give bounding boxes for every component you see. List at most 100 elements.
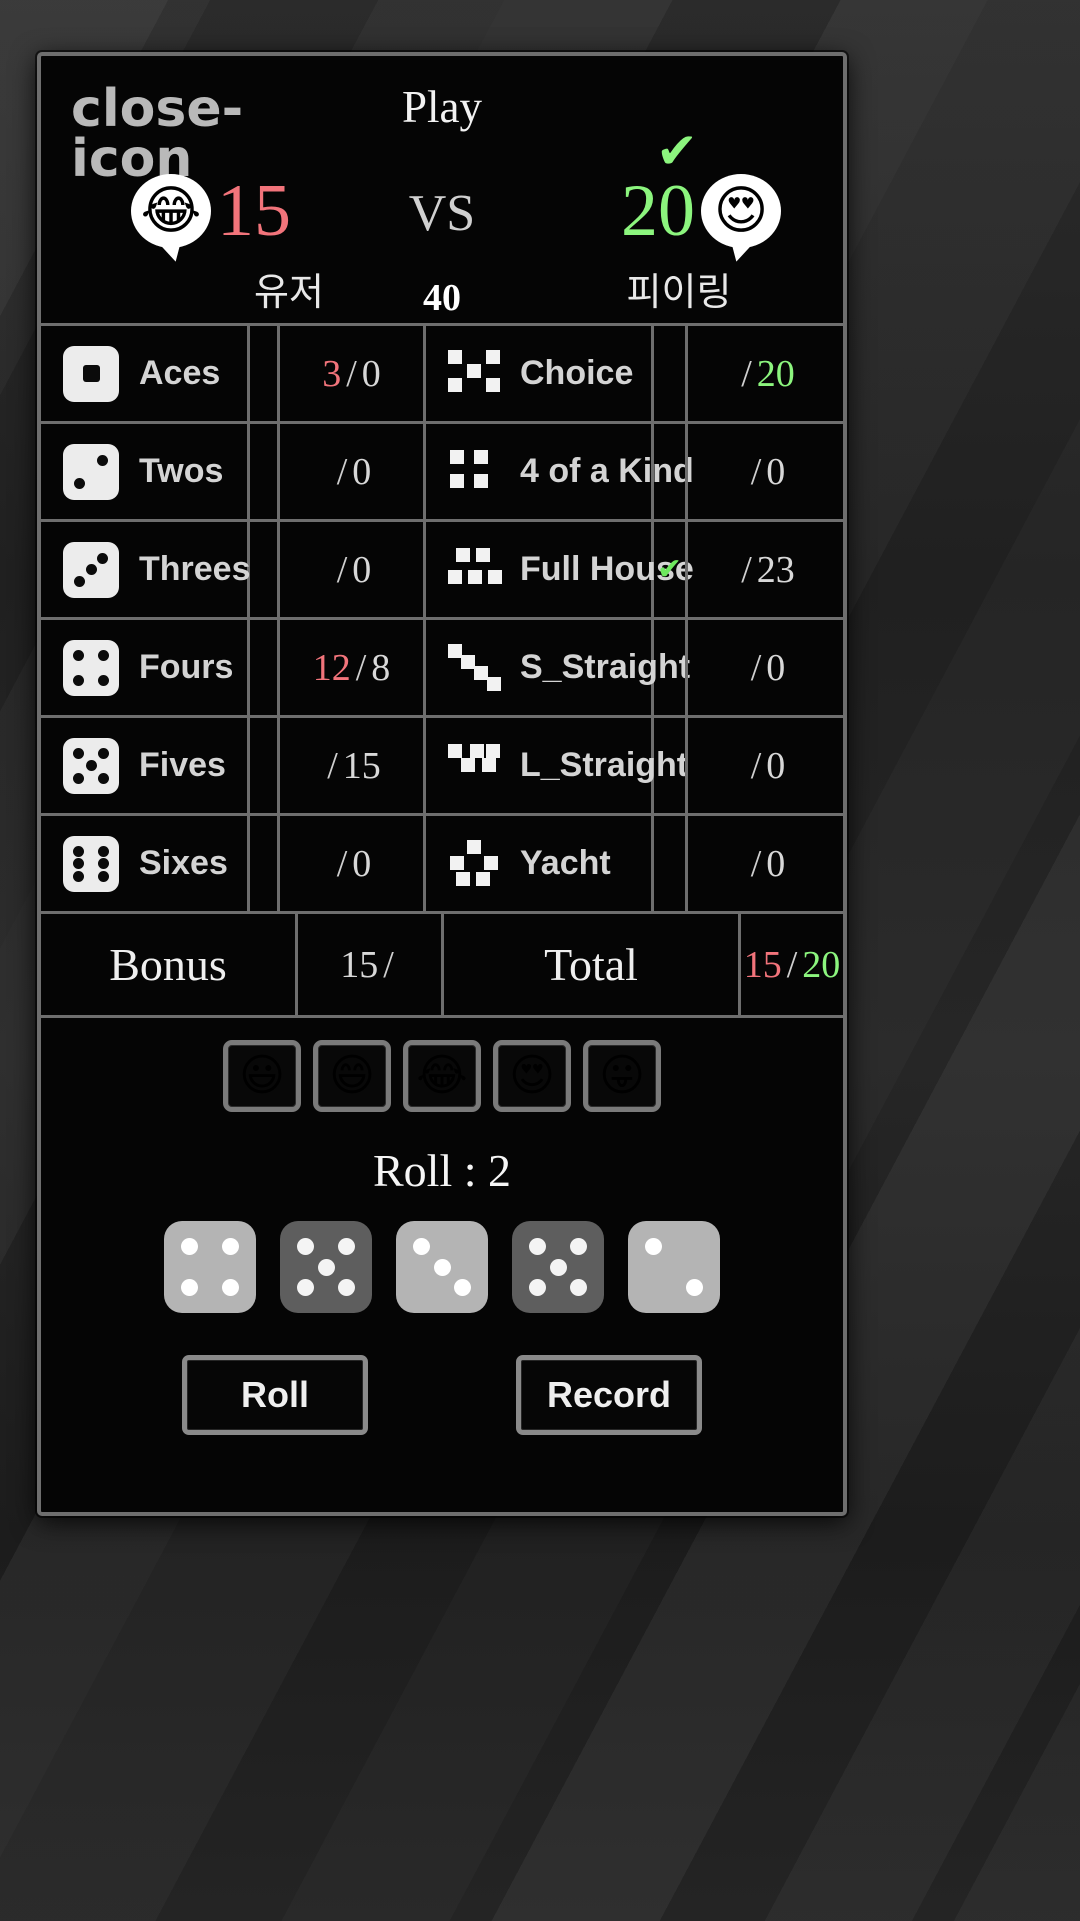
tray-die-2[interactable] xyxy=(280,1221,372,1313)
emoji-grinning-button[interactable]: 😃 xyxy=(223,1040,301,1112)
icon-block xyxy=(476,871,490,886)
value-cell-right: /23 xyxy=(688,522,843,617)
category-cell-s-straight[interactable]: S_Straight xyxy=(426,620,690,715)
pip xyxy=(98,870,109,882)
pip xyxy=(98,747,109,759)
table-row: Fives/15 L_Straight/0 xyxy=(41,718,843,816)
icon-block xyxy=(467,363,481,378)
pip xyxy=(98,772,109,784)
pip xyxy=(222,1238,239,1255)
score-value: /0 xyxy=(336,842,372,885)
emoji-smiling-button[interactable]: 😄 xyxy=(313,1040,391,1112)
score-value: /20 xyxy=(741,352,795,395)
pip xyxy=(454,1279,471,1296)
category-cell-fours[interactable]: Fours xyxy=(41,620,250,715)
emoji-heart-eyes-button[interactable]: 😍 xyxy=(493,1040,571,1112)
player-left: 😂 15 xyxy=(131,174,291,248)
icon-block xyxy=(461,757,475,772)
icon-block xyxy=(461,654,475,669)
pip xyxy=(98,858,109,869)
pip xyxy=(297,1238,314,1255)
check-cell-right xyxy=(654,816,688,911)
category-cell-full-house[interactable]: Full House xyxy=(426,522,694,617)
action-bar: Roll Record xyxy=(41,1355,843,1435)
value-cell-right: /0 xyxy=(688,816,843,911)
icon-block xyxy=(486,743,500,758)
pip xyxy=(98,649,109,661)
full-house-icon xyxy=(448,546,502,594)
category-cell-aces[interactable]: Aces xyxy=(41,326,250,421)
value-cell-left: 12/8 xyxy=(280,620,426,715)
pip xyxy=(85,564,97,575)
check-cell-left xyxy=(250,326,280,421)
pip xyxy=(338,1238,355,1255)
game-dialog: close-icon Play VS 40 ✔ 😂 15 유저 20 😍 피이링… xyxy=(37,52,847,1516)
score-value: /0 xyxy=(336,548,372,591)
value-cell-left: /15 xyxy=(280,718,426,813)
category-cell-4-of-a-kind[interactable]: 4 of a Kind xyxy=(426,424,694,519)
emoji-joy-button[interactable]: 😂 xyxy=(403,1040,481,1112)
category-cell-fives[interactable]: Fives xyxy=(41,718,250,813)
pip xyxy=(433,1258,451,1276)
die-face-2-icon xyxy=(63,443,119,500)
category-label: Fours xyxy=(139,648,234,686)
category-cell-twos[interactable]: Twos xyxy=(41,424,250,519)
icon-block xyxy=(448,569,462,584)
icon-block xyxy=(487,676,501,691)
category-label: Sixes xyxy=(139,844,228,882)
pip xyxy=(73,870,84,882)
dice-tray xyxy=(41,1221,843,1313)
category-label: Aces xyxy=(139,354,221,392)
pip xyxy=(73,649,84,661)
die-face-1-icon xyxy=(63,345,119,402)
score-value: /23 xyxy=(741,548,795,591)
value-cell-right: /0 xyxy=(688,620,843,715)
emoji-bar: 😃 😄 😂 😍 😛 xyxy=(41,1040,843,1112)
pip xyxy=(181,1238,198,1255)
s-straight-icon xyxy=(448,643,501,692)
icon-block xyxy=(482,757,496,772)
pip xyxy=(74,575,85,587)
tray-die-5[interactable] xyxy=(628,1221,720,1313)
category-label: Choice xyxy=(520,354,634,392)
check-cell-left xyxy=(250,718,280,813)
category-label: Twos xyxy=(139,452,224,490)
record-button[interactable]: Record xyxy=(516,1355,702,1435)
pip xyxy=(181,1279,198,1296)
table-row: Aces 3/0 Choice/20 xyxy=(41,326,843,424)
category-cell-yacht[interactable]: Yacht xyxy=(426,816,654,911)
value-cell-right: /0 xyxy=(688,424,843,519)
category-cell-l-straight[interactable]: L_Straight xyxy=(426,718,688,813)
check-cell-right xyxy=(654,326,688,421)
play-label: Play xyxy=(401,82,482,132)
pip xyxy=(222,1279,239,1296)
score-value: /15 xyxy=(327,744,381,787)
table-row: Fours 12/8 S_Straight/0 xyxy=(41,620,843,718)
total-value: 15/20 xyxy=(743,943,841,986)
score-value: 12/8 xyxy=(312,646,391,689)
check-cell-left xyxy=(250,522,280,617)
scorecard-table: Aces 3/0 Choice/20 Twos/0 4 of a Kind/0 Three… xyxy=(41,326,843,914)
icon-block xyxy=(474,449,488,464)
emoji-tongue-button[interactable]: 😛 xyxy=(583,1040,661,1112)
category-cell-choice[interactable]: Choice xyxy=(426,326,654,421)
match-header: close-icon Play VS 40 ✔ 😂 15 유저 20 😍 피이링 xyxy=(41,56,843,326)
choice-icon xyxy=(448,349,500,398)
check-cell-right xyxy=(654,718,688,813)
tray-die-4[interactable] xyxy=(512,1221,604,1313)
check-cell-left xyxy=(250,816,280,911)
tray-die-3[interactable] xyxy=(396,1221,488,1313)
pip xyxy=(338,1279,355,1296)
roll-button[interactable]: Roll xyxy=(182,1355,368,1435)
player-name-right: 피이링 xyxy=(626,272,732,314)
score-value: /0 xyxy=(750,744,786,787)
category-label: Yacht xyxy=(520,844,611,882)
tray-die-1[interactable] xyxy=(164,1221,256,1313)
table-row: Threes/0 Full House ✔ /23 xyxy=(41,522,843,620)
pip xyxy=(73,674,84,686)
bottom-panel: 😃 😄 😂 😍 😛 Roll : 2 Roll Record xyxy=(41,1018,843,1435)
icon-block xyxy=(470,743,484,758)
category-cell-sixes[interactable]: Sixes xyxy=(41,816,250,911)
category-cell-threes[interactable]: Threes xyxy=(41,522,251,617)
value-cell-left: /0 xyxy=(280,522,426,617)
